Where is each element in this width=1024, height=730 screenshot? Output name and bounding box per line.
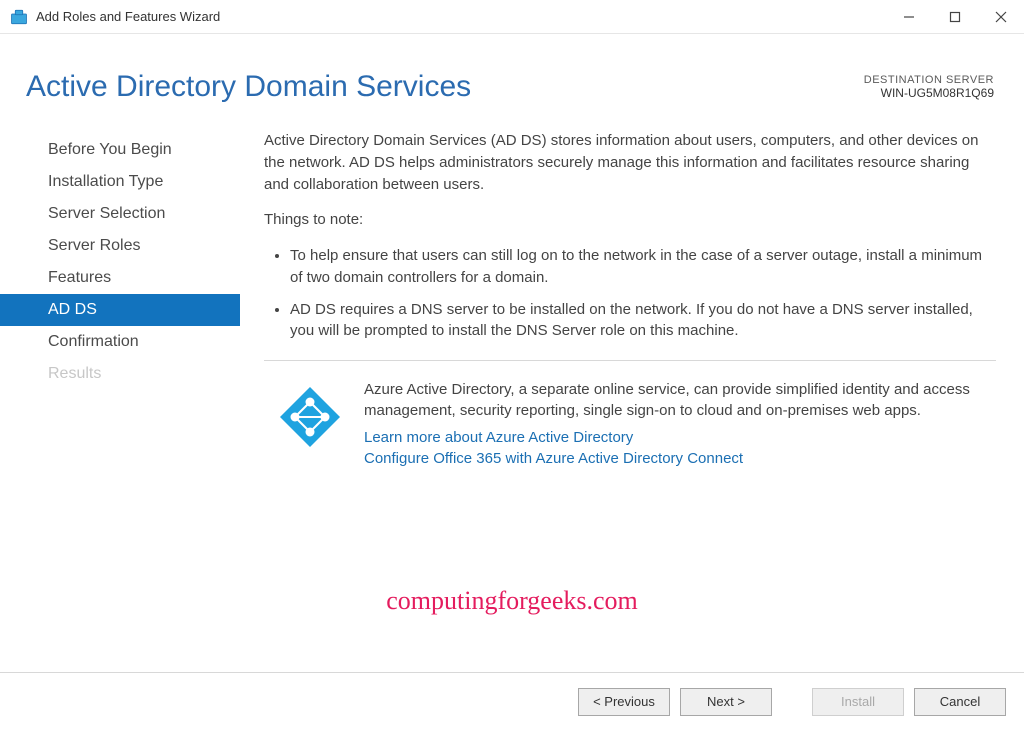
configure-office365-link[interactable]: Configure Office 365 with Azure Active D… <box>364 450 996 467</box>
notes-list: To help ensure that users can still log … <box>264 245 996 342</box>
step-features[interactable]: Features <box>0 262 240 294</box>
step-installation-type[interactable]: Installation Type <box>0 166 240 198</box>
step-server-selection[interactable]: Server Selection <box>0 198 240 230</box>
destination-label: DESTINATION SERVER <box>864 74 994 86</box>
azure-text-block: Azure Active Directory, a separate onlin… <box>364 379 996 471</box>
wizard-content: Active Directory Domain Services (AD DS)… <box>240 130 1024 471</box>
cancel-button[interactable]: Cancel <box>914 688 1006 716</box>
next-button[interactable]: Next > <box>680 688 772 716</box>
section-divider <box>264 360 996 361</box>
destination-server: WIN-UG5M08R1Q69 <box>864 86 994 100</box>
watermark-text: computingforgeeks.com <box>0 586 1024 616</box>
note-item: To help ensure that users can still log … <box>290 245 996 289</box>
maximize-button[interactable] <box>932 0 978 34</box>
azure-ad-icon <box>278 385 342 449</box>
intro-paragraph: Active Directory Domain Services (AD DS)… <box>264 130 996 195</box>
minimize-button[interactable] <box>886 0 932 34</box>
note-item: AD DS requires a DNS server to be instal… <box>290 299 996 343</box>
app-icon <box>10 8 28 26</box>
page-title: Active Directory Domain Services <box>26 70 471 104</box>
install-button: Install <box>812 688 904 716</box>
note-heading: Things to note: <box>264 209 996 231</box>
step-server-roles[interactable]: Server Roles <box>0 230 240 262</box>
titlebar: Add Roles and Features Wizard <box>0 0 1024 34</box>
step-ad-ds[interactable]: AD DS <box>0 294 240 326</box>
wizard-body: Before You Begin Installation Type Serve… <box>0 114 1024 471</box>
previous-button[interactable]: < Previous <box>578 688 670 716</box>
close-button[interactable] <box>978 0 1024 34</box>
learn-more-azure-link[interactable]: Learn more about Azure Active Directory <box>364 429 996 446</box>
azure-info-row: Azure Active Directory, a separate onlin… <box>264 379 996 471</box>
destination-block: DESTINATION SERVER WIN-UG5M08R1Q69 <box>864 70 994 100</box>
step-confirmation[interactable]: Confirmation <box>0 326 240 358</box>
window-controls <box>886 0 1024 34</box>
header: Active Directory Domain Services DESTINA… <box>0 34 1024 114</box>
wizard-steps-sidebar: Before You Begin Installation Type Serve… <box>0 130 240 471</box>
step-before-you-begin[interactable]: Before You Begin <box>0 134 240 166</box>
azure-description: Azure Active Directory, a separate onlin… <box>364 379 996 421</box>
window-title: Add Roles and Features Wizard <box>36 9 886 24</box>
wizard-footer: < Previous Next > Install Cancel <box>0 672 1024 730</box>
step-results: Results <box>0 358 240 390</box>
